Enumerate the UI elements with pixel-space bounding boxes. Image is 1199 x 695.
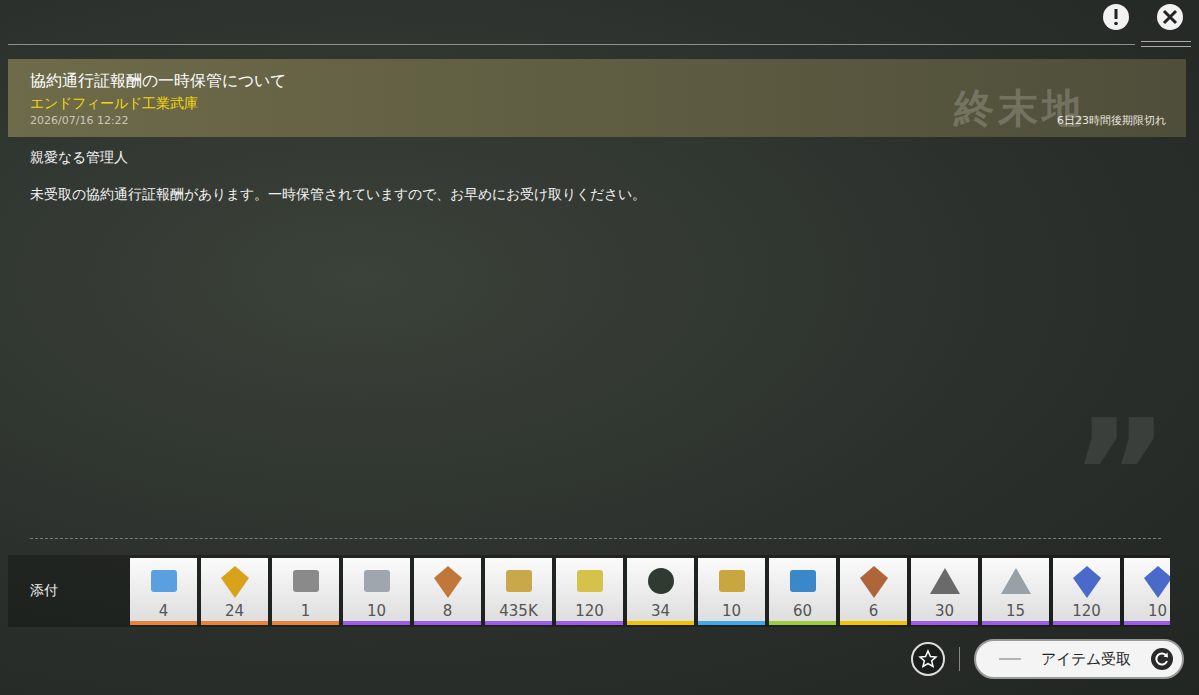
mail-expiry: 6日23時間後期限切れ	[1057, 113, 1166, 129]
item-count: 30	[935, 602, 954, 620]
item-icon	[996, 562, 1036, 602]
item-count: 10	[1148, 602, 1167, 620]
attachment-item[interactable]: 60	[769, 558, 836, 625]
action-bar: アイテム受取	[0, 637, 1199, 681]
item-icon	[1067, 562, 1107, 602]
mail-text: 未受取の協約通行証報酬があります。一時保管されていますので、お早めにお受け取りく…	[30, 184, 1169, 204]
attachment-item[interactable]: 10	[1124, 558, 1170, 625]
item-icon	[215, 562, 255, 602]
favorite-button[interactable]	[911, 642, 945, 676]
top-bar	[0, 0, 1199, 36]
mail-title: 協約通行証報酬の一時保管について	[30, 69, 1164, 93]
item-count: 34	[651, 602, 670, 620]
item-count: 4	[159, 602, 169, 620]
item-count: 60	[793, 602, 812, 620]
item-icon	[570, 562, 610, 602]
item-count: 120	[1072, 602, 1101, 620]
attachment-item[interactable]: 6	[840, 558, 907, 625]
star-icon	[918, 649, 938, 669]
refresh-icon	[1150, 647, 1174, 671]
item-count: 8	[443, 602, 453, 620]
attachment-item[interactable]: 8	[414, 558, 481, 625]
item-icon	[854, 562, 894, 602]
header-watermark: 終末地	[954, 81, 1086, 136]
attachment-item[interactable]: 24	[201, 558, 268, 625]
item-count: 120	[575, 602, 604, 620]
attachment-item[interactable]: 120	[1053, 558, 1120, 625]
mail-body: 親愛なる管理人未受取の協約通行証報酬があります。一時保管されていますので、お早め…	[0, 137, 1199, 221]
item-count: 15	[1006, 602, 1025, 620]
attachment-item[interactable]: 10	[698, 558, 765, 625]
attachment-item[interactable]: 34	[627, 558, 694, 625]
top-rule	[0, 36, 1199, 48]
mail-greeting: 親愛なる管理人	[30, 147, 1169, 167]
item-count: 10	[722, 602, 741, 620]
attachments-label: 添付	[8, 582, 130, 600]
item-icon	[1138, 562, 1171, 602]
divider	[30, 538, 1161, 539]
item-icon	[499, 562, 539, 602]
item-icon	[428, 562, 468, 602]
quote-mark: ”	[1070, 400, 1169, 550]
attachment-item[interactable]: 1	[272, 558, 339, 625]
item-icon	[641, 562, 681, 602]
attachments: 添付 4 24 1 10 8 435K 120 34 10 60 6 30 15 120 10	[8, 555, 1170, 627]
mail-screen: 協約通行証報酬の一時保管についてエンドフィールド工業武庫2026/07/16 1…	[0, 0, 1199, 695]
item-icon	[712, 562, 752, 602]
attachment-item[interactable]: 15	[982, 558, 1049, 625]
item-icon	[783, 562, 823, 602]
item-icon	[925, 562, 965, 602]
attachment-item[interactable]: 120	[556, 558, 623, 625]
item-count: 1	[301, 602, 311, 620]
item-icon	[357, 562, 397, 602]
attachment-item[interactable]: 10	[343, 558, 410, 625]
attachment-item[interactable]: 30	[911, 558, 978, 625]
close-icon[interactable]	[1155, 2, 1185, 32]
attachment-item[interactable]: 435K	[485, 558, 552, 625]
mail-date: 2026/07/16 12:22	[30, 113, 129, 129]
info-icon[interactable]	[1101, 2, 1131, 32]
arrow-line-icon	[998, 656, 1022, 662]
item-count: 6	[869, 602, 879, 620]
item-icon	[144, 562, 184, 602]
item-icon	[286, 562, 326, 602]
item-count: 435K	[499, 602, 537, 620]
mail-sender: エンドフィールド工業武庫	[30, 93, 1164, 113]
attachment-item[interactable]: 4	[130, 558, 197, 625]
receive-button[interactable]: アイテム受取	[974, 639, 1184, 679]
mail-header: 協約通行証報酬の一時保管についてエンドフィールド工業武庫2026/07/16 1…	[8, 59, 1186, 137]
item-count: 24	[225, 602, 244, 620]
item-count: 10	[367, 602, 386, 620]
